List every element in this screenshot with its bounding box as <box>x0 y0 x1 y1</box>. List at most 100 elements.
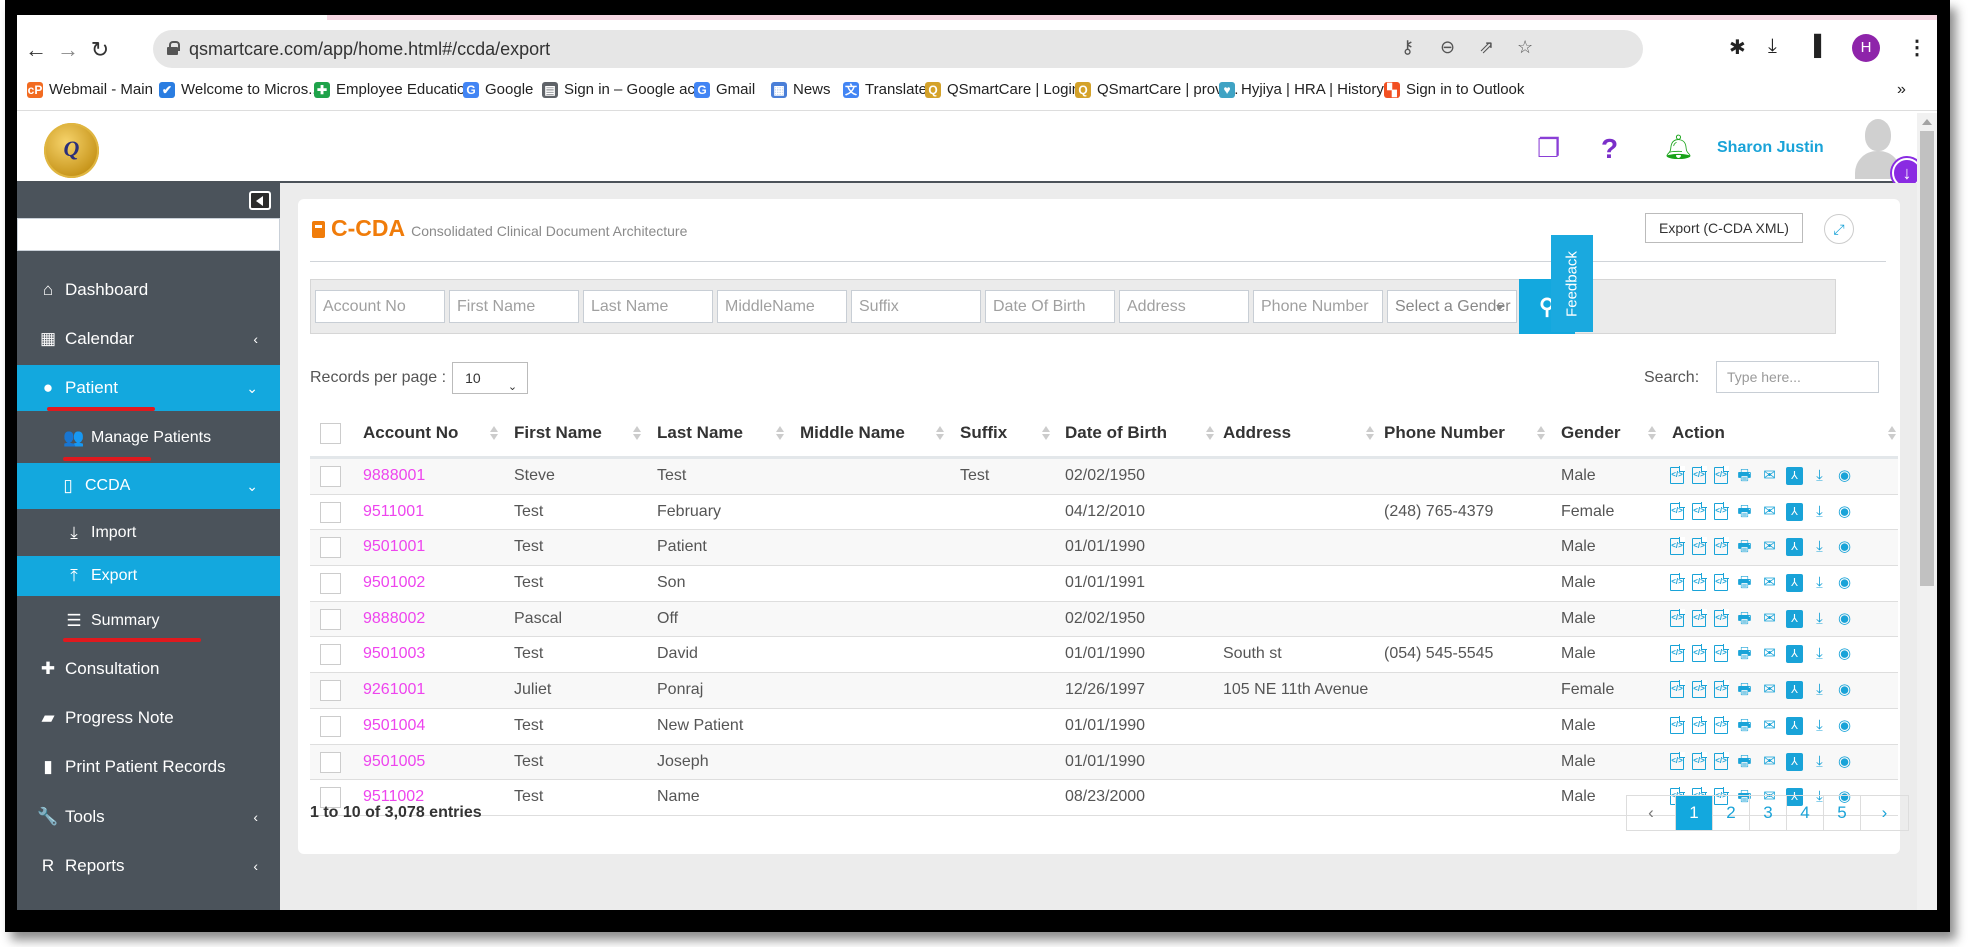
account-no-filter[interactable] <box>315 290 445 323</box>
reload-icon[interactable]: ↻ <box>85 35 115 65</box>
view-icon[interactable]: ◉ <box>1836 753 1853 771</box>
view-icon[interactable]: ◉ <box>1836 610 1853 628</box>
pagination-page-button[interactable]: 2 <box>1712 796 1749 830</box>
table-search-input[interactable] <box>1716 361 1879 393</box>
row-checkbox[interactable] <box>320 608 341 630</box>
email-icon[interactable]: ✉ <box>1761 717 1778 735</box>
share-icon[interactable]: ⇗ <box>1479 37 1494 58</box>
account-link[interactable]: 9501004 <box>363 717 425 735</box>
bookmark-item[interactable]: G Gmail <box>694 81 755 98</box>
sidebar-item-reports[interactable]: R Reports ‹ <box>17 843 280 889</box>
email-icon[interactable]: ✉ <box>1761 503 1778 521</box>
sidebar-item-consultation[interactable]: ✚ Consultation <box>17 646 280 692</box>
sidebar-item-calendar[interactable]: ▦ Calendar ‹ <box>17 316 280 362</box>
suffix-filter[interactable] <box>851 290 981 323</box>
xml-file-icon[interactable]: </> <box>1692 501 1707 520</box>
account-link[interactable]: 9501001 <box>363 538 425 556</box>
download-icon[interactable]: ⤓ <box>1811 574 1828 592</box>
pdf-icon[interactable]: ⅄ <box>1786 716 1803 735</box>
expand-icon[interactable]: ⤢ <box>1824 214 1854 244</box>
sort-icon[interactable] <box>1537 424 1545 442</box>
xml-file-icon[interactable]: </> <box>1692 715 1707 734</box>
row-checkbox[interactable] <box>320 715 341 737</box>
email-icon[interactable]: ✉ <box>1761 753 1778 771</box>
xml-file-icon[interactable]: </> <box>1670 501 1685 520</box>
download-icon[interactable]: ⤓ <box>1811 538 1828 556</box>
sidebar-search-input[interactable] <box>17 218 280 251</box>
account-link[interactable]: 9888001 <box>363 467 425 485</box>
email-icon[interactable]: ✉ <box>1761 681 1778 699</box>
zoom-out-icon[interactable]: ⊖ <box>1440 37 1455 58</box>
chevron-left-icon[interactable]: ‹ <box>253 858 258 874</box>
print-icon[interactable]: 🖶 <box>1736 681 1753 699</box>
account-link[interactable]: 9888002 <box>363 610 425 628</box>
xml-file-icon[interactable]: </> <box>1670 644 1685 663</box>
row-checkbox[interactable] <box>320 466 341 487</box>
scroll-up-icon[interactable] <box>1922 119 1932 125</box>
row-checkbox[interactable] <box>320 537 341 559</box>
print-icon[interactable]: 🖶 <box>1736 467 1753 485</box>
download-icon[interactable]: ⤓ <box>1768 35 1777 58</box>
xml-file-icon[interactable]: </> <box>1670 751 1685 770</box>
xml-file-icon[interactable]: </> <box>1670 715 1685 734</box>
sort-icon[interactable] <box>1366 424 1374 442</box>
phone-filter[interactable] <box>1253 290 1383 323</box>
xml-file-icon[interactable]: </> <box>1714 751 1729 770</box>
address-filter[interactable] <box>1119 290 1249 323</box>
xml-file-icon[interactable]: </> <box>1670 573 1685 592</box>
account-link[interactable]: 9511001 <box>363 503 424 521</box>
gender-select[interactable]: Select a Gender <box>1387 290 1517 323</box>
xml-file-icon[interactable]: </> <box>1692 751 1707 770</box>
download-icon[interactable]: ⤓ <box>1811 717 1828 735</box>
pdf-icon[interactable]: ⅄ <box>1786 538 1803 557</box>
bookmark-item[interactable]: ✔ Welcome to Micros... <box>159 81 321 98</box>
view-icon[interactable]: ◉ <box>1836 717 1853 735</box>
account-link[interactable]: 9501003 <box>363 645 425 663</box>
sort-icon[interactable] <box>936 424 944 442</box>
email-icon[interactable]: ✉ <box>1761 538 1778 556</box>
chevron-left-icon[interactable]: ‹ <box>253 809 258 825</box>
collapse-sidebar-icon[interactable] <box>249 191 271 210</box>
profile-avatar[interactable]: H <box>1852 34 1880 62</box>
email-icon[interactable]: ✉ <box>1761 467 1778 485</box>
bookmark-item[interactable]: cP Webmail - Main <box>27 81 153 98</box>
extensions-icon[interactable]: ✱ <box>1729 35 1746 60</box>
column-header[interactable]: Gender <box>1561 423 1621 443</box>
print-icon[interactable]: 🖶 <box>1736 645 1753 663</box>
pdf-icon[interactable]: ⅄ <box>1786 681 1803 700</box>
xml-file-icon[interactable]: </> <box>1714 466 1729 484</box>
view-icon[interactable]: ◉ <box>1836 645 1853 663</box>
xml-file-icon[interactable]: </> <box>1692 573 1707 592</box>
pagination-page-button[interactable]: 3 <box>1749 796 1786 830</box>
side-panel-icon[interactable]: ▐ <box>1807 35 1821 58</box>
email-icon[interactable]: ✉ <box>1761 610 1778 628</box>
sort-icon[interactable] <box>776 424 784 442</box>
print-icon[interactable]: 🖶 <box>1736 717 1753 735</box>
forward-arrow-icon[interactable]: → <box>53 35 83 65</box>
download-icon[interactable]: ⤓ <box>1811 645 1828 663</box>
download-icon[interactable]: ⤓ <box>1811 753 1828 771</box>
pagination-page-button[interactable]: 5 <box>1823 796 1860 830</box>
sort-icon[interactable] <box>1206 424 1214 442</box>
copy-windows-icon[interactable]: ❐ <box>1537 133 1560 164</box>
column-header[interactable]: Action <box>1672 423 1725 443</box>
bookmark-item[interactable]: G Google <box>463 81 533 98</box>
bookmark-item[interactable]: ▤ Sign in – Google ac... <box>542 81 707 98</box>
pdf-icon[interactable]: ⅄ <box>1786 645 1803 664</box>
column-header[interactable]: Suffix <box>960 423 1007 443</box>
download-icon[interactable]: ⤓ <box>1811 503 1828 521</box>
sort-icon[interactable] <box>1888 424 1896 442</box>
row-checkbox[interactable] <box>320 680 341 702</box>
select-all-checkbox[interactable] <box>320 423 341 444</box>
sidebar-item-tools[interactable]: 🔧 Tools ‹ <box>17 794 280 840</box>
sort-icon[interactable] <box>490 424 498 442</box>
bookmark-item[interactable]: 文 Translate <box>843 81 927 98</box>
view-icon[interactable]: ◉ <box>1836 538 1853 556</box>
pdf-icon[interactable]: ⅄ <box>1786 502 1803 521</box>
scrollbar-thumb[interactable] <box>1920 131 1934 586</box>
sort-icon[interactable] <box>633 424 641 442</box>
sidebar-item-dashboard[interactable]: ⌂ Dashboard <box>17 267 280 313</box>
view-icon[interactable]: ◉ <box>1836 503 1853 521</box>
xml-file-icon[interactable]: </> <box>1714 644 1729 663</box>
xml-file-icon[interactable]: </> <box>1692 466 1707 484</box>
